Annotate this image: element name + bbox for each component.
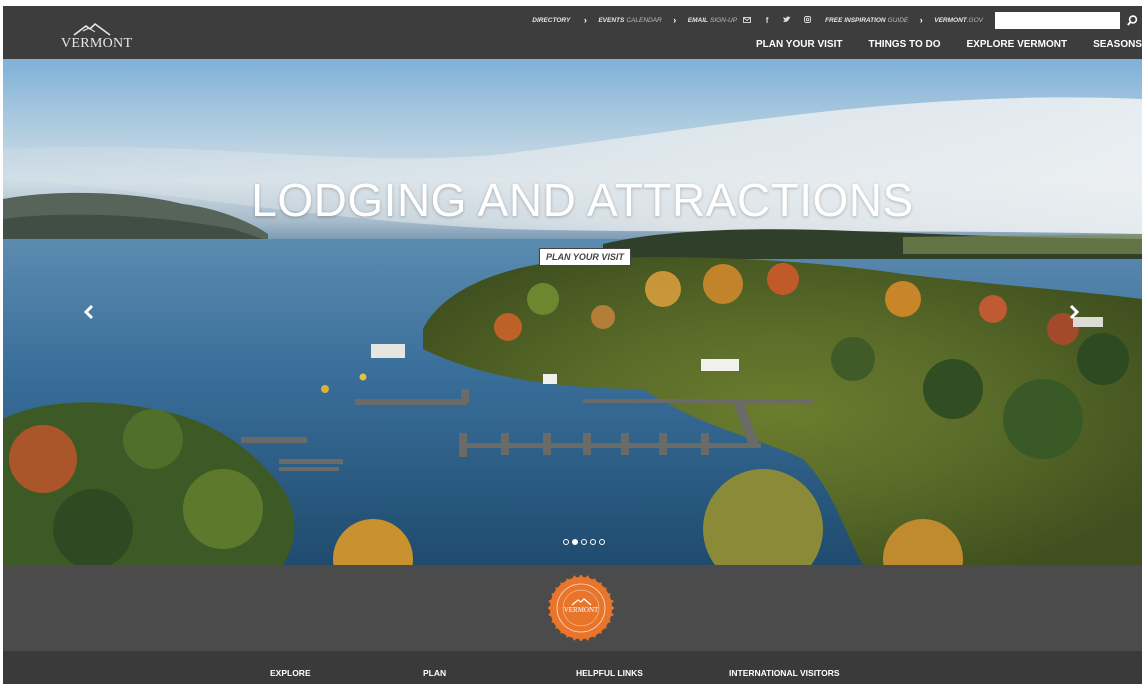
plan-your-visit-button[interactable]: PLAN YOUR VISIT (539, 248, 631, 266)
directory-link[interactable]: DIRECTORY (532, 17, 572, 24)
site-header: VERMONT DIRECTORY › EVENTS CALENDAR › EMA… (3, 6, 1142, 59)
badge-band: VERMONT (3, 565, 1142, 651)
twitter-icon[interactable] (781, 15, 793, 25)
email-icon[interactable] (741, 16, 753, 25)
carousel-dot[interactable] (571, 539, 578, 545)
nav-explore-vermont[interactable]: EXPLORE VERMONT (967, 39, 1068, 50)
search-icon[interactable] (1122, 12, 1142, 29)
gov-light-label: .GOV (966, 16, 983, 24)
footer-helpful-links[interactable]: HELPFUL LINKS (576, 668, 643, 678)
hero-title: LODGING AND ATTRACTIONS (251, 174, 914, 226)
nav-seasons[interactable]: SEASONS (1093, 39, 1142, 50)
calendar-label: CALENDAR (626, 16, 662, 24)
guide-light-label: GUIDE (887, 16, 909, 24)
email-label: EMAIL (687, 16, 708, 24)
footer-explore[interactable]: EXPLORE (270, 668, 311, 678)
chevron-right-icon[interactable] (1064, 297, 1084, 327)
site-footer: EXPLORE PLAN HELPFUL LINKS INTERNATIONAL… (3, 651, 1142, 684)
guide-label: FREE INSPIRATION (825, 16, 886, 24)
hero-carousel: LODGING AND ATTRACTIONS PLAN YOUR VISIT (3, 59, 1142, 565)
chevron-right-icon: › (673, 15, 677, 25)
nav-plan-your-visit[interactable]: PLAN YOUR VISIT (756, 39, 843, 50)
chevron-left-icon[interactable] (79, 297, 99, 327)
inspiration-guide-link[interactable]: FREE INSPIRATION GUIDE (825, 17, 908, 24)
logo-text: VERMONT (61, 36, 133, 51)
page: VERMONT DIRECTORY › EVENTS CALENDAR › EMA… (3, 6, 1142, 684)
main-nav: PLAN YOUR VISIT THINGS TO DO EXPLORE VER… (730, 39, 1142, 50)
signup-label: SIGN-UP (709, 16, 738, 24)
email-signup-link[interactable]: EMAIL SIGN-UP (688, 17, 737, 24)
carousel-dot[interactable] (562, 539, 569, 545)
nav-things-to-do[interactable]: THINGS TO DO (868, 39, 940, 50)
carousel-dot[interactable] (598, 539, 605, 545)
events-label: EVENTS (598, 16, 625, 24)
footer-international-visitors[interactable]: INTERNATIONAL VISITORS (729, 668, 840, 678)
instagram-icon[interactable] (801, 15, 813, 25)
carousel-dot[interactable] (580, 539, 587, 545)
vermont-logo[interactable]: VERMONT (61, 22, 133, 54)
carousel-indicators (561, 539, 606, 545)
mountain-logo-icon (73, 22, 111, 36)
vermont-seal-logo[interactable]: VERMONT (548, 575, 614, 641)
vermont-gov-link[interactable]: VERMONT .GOV (934, 17, 983, 24)
hero-image (3, 97, 1142, 565)
facebook-icon[interactable]: f (761, 16, 773, 25)
gov-label: VERMONT (934, 16, 967, 24)
chevron-right-icon: › (919, 15, 923, 25)
utility-nav: DIRECTORY › EVENTS CALENDAR › EMAIL SIGN-U… (532, 10, 1142, 30)
svg-text:VERMONT: VERMONT (564, 606, 599, 614)
events-calendar-link[interactable]: EVENTS CALENDAR (598, 17, 661, 24)
carousel-dot[interactable] (589, 539, 596, 545)
directory-label: DIRECTORY (532, 16, 571, 24)
search-input[interactable] (995, 11, 1120, 29)
chevron-right-icon: › (583, 15, 587, 25)
footer-plan[interactable]: PLAN (423, 668, 446, 678)
